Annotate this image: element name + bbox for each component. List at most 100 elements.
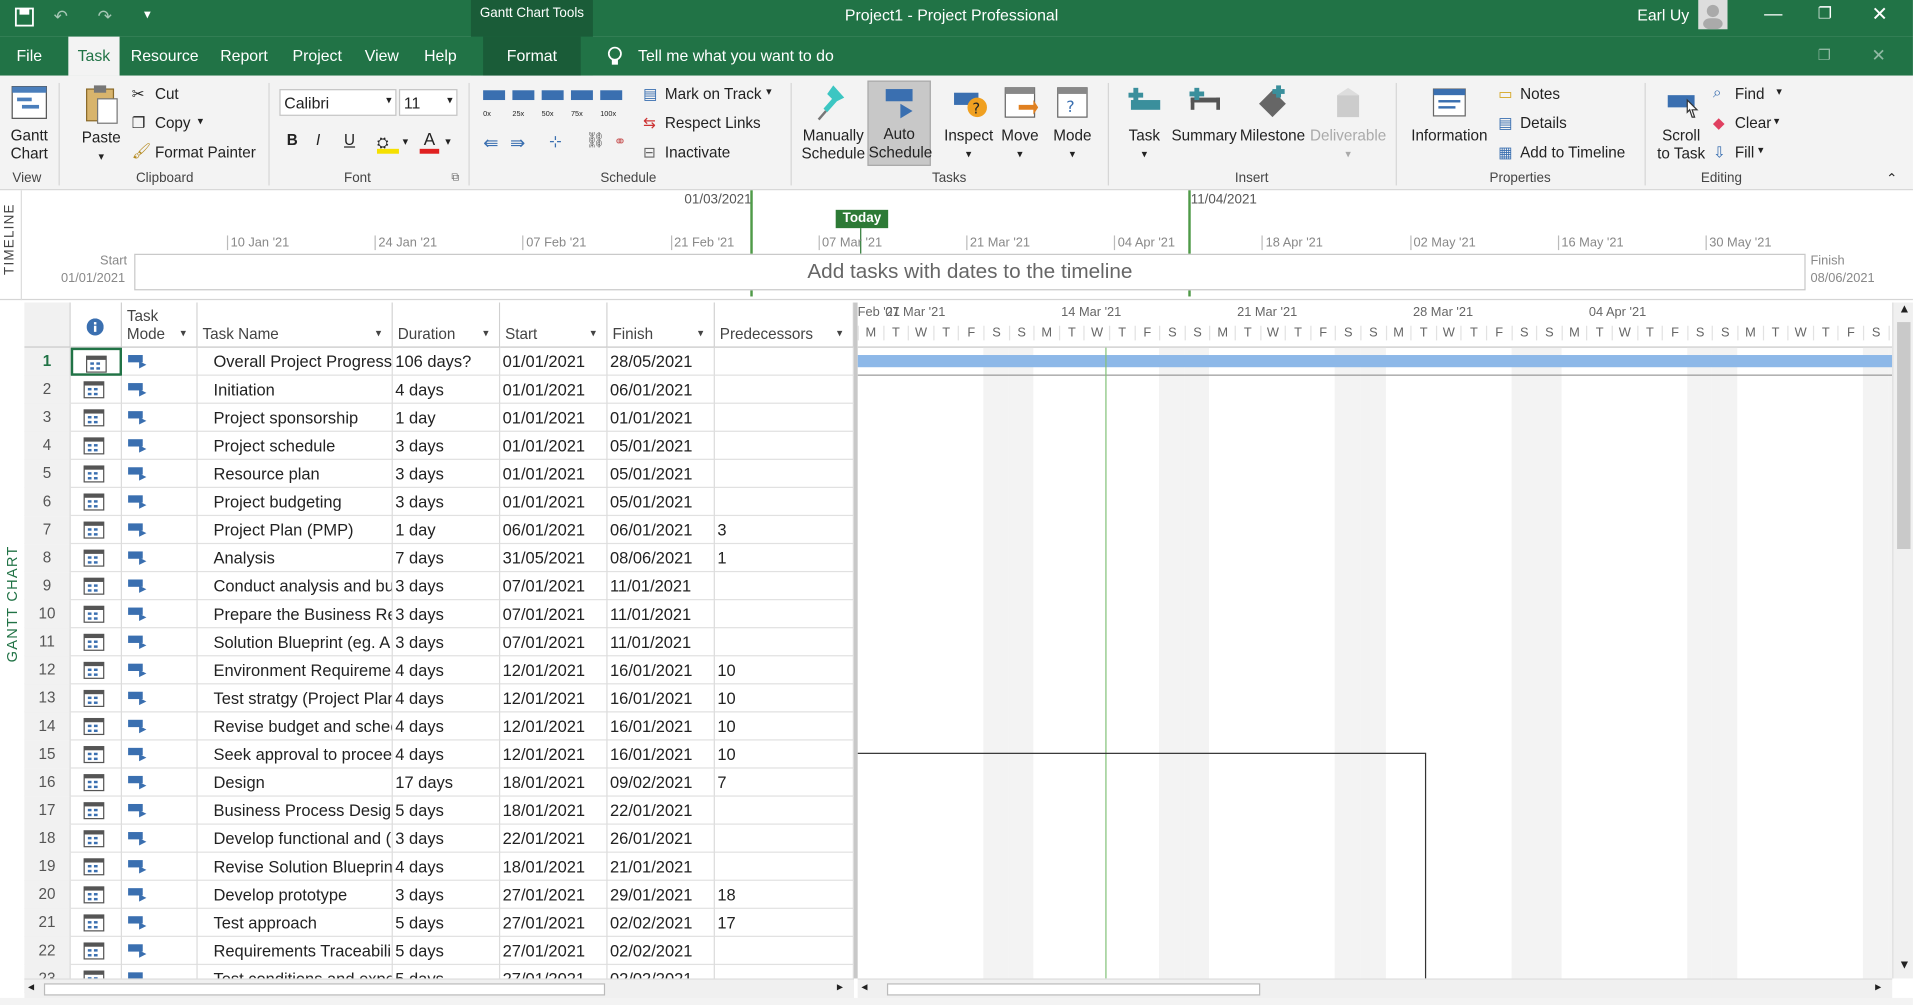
table-row[interactable]: 11 Solution Blueprint (eg. A3 days 07/01/2… [24, 628, 854, 657]
task-mode-cell[interactable] [122, 852, 198, 881]
task-name-cell[interactable]: Develop functional and ( [198, 824, 393, 853]
duration-cell[interactable]: 5 days [393, 936, 501, 966]
pct-25-button[interactable]: 25x [512, 90, 535, 118]
table-row[interactable]: 17 Business Process Design 5 days 18/01/202… [24, 796, 854, 825]
clear-dropdown-icon[interactable]: ▾ [1774, 115, 1780, 128]
predecessors-cell[interactable]: 10 [715, 740, 854, 769]
indicator-cell[interactable] [71, 628, 122, 657]
task-name-cell[interactable]: Business Process Design [198, 796, 393, 825]
vertical-scrollbar[interactable]: ▲ ▼ [1892, 302, 1913, 979]
duration-cell[interactable]: 4 days [393, 656, 501, 685]
row-number[interactable]: 15 [24, 740, 71, 769]
paste-button[interactable]: Paste ▾ [73, 83, 129, 166]
highlight-color-button[interactable]: ⛭ [376, 132, 399, 154]
task-name-cell[interactable]: Overall Project Progress [198, 347, 393, 376]
table-row[interactable]: 12 Environment Requireme 4 days 12/01/2021 1… [24, 656, 854, 685]
predecessors-cell[interactable] [715, 852, 854, 881]
filter-dropdown-icon[interactable]: ▾ [837, 327, 843, 340]
finish-cell[interactable]: 01/01/2021 [608, 403, 715, 432]
duration-cell[interactable]: 7 days [393, 544, 501, 573]
finish-cell[interactable]: 26/01/2021 [608, 824, 715, 853]
task-mode-cell[interactable] [122, 600, 198, 629]
insert-deliverable-button[interactable]: Deliverable ▾ [1308, 83, 1389, 164]
information-button[interactable]: Information [1405, 83, 1493, 145]
task-mode-cell[interactable] [122, 572, 198, 601]
duration-cell[interactable]: 4 days [393, 740, 501, 769]
start-cell[interactable]: 27/01/2021 [500, 908, 608, 937]
duration-cell[interactable]: 3 days [393, 431, 501, 460]
task-mode-cell[interactable] [122, 459, 198, 488]
task-mode-cell[interactable] [122, 908, 198, 937]
fill-button[interactable]: Fill [1735, 144, 1754, 161]
indicator-cell[interactable] [71, 488, 122, 517]
duration-cell[interactable]: 3 days [393, 880, 501, 909]
mark-on-track-button[interactable]: Mark on Track [665, 85, 762, 102]
ribbon-close-icon[interactable]: ✕ [1871, 45, 1885, 66]
task-name-cell[interactable]: Analysis [198, 544, 393, 573]
predecessors-cell[interactable] [715, 796, 854, 825]
finish-cell[interactable]: 06/01/2021 [608, 516, 715, 545]
select-all-corner[interactable] [24, 302, 71, 348]
predecessors-cell[interactable]: 3 [715, 516, 854, 545]
task-mode-cell[interactable] [122, 347, 198, 376]
duration-cell[interactable]: 1 day [393, 516, 501, 545]
task-mode-cell[interactable] [122, 880, 198, 909]
tab-task[interactable]: Task [68, 36, 120, 76]
task-name-cell[interactable]: Test approach [198, 908, 393, 937]
scroll-left-icon[interactable]: ◂ [861, 981, 867, 994]
collapse-ribbon-icon[interactable]: ⌃ [1886, 171, 1897, 187]
vertical-scroll-thumb[interactable] [1897, 322, 1911, 549]
outdent-icon[interactable]: ⇚ [483, 132, 498, 154]
task-name-cell[interactable]: Develop prototype [198, 880, 393, 909]
avatar[interactable] [1698, 0, 1728, 30]
row-number[interactable]: 6 [24, 488, 71, 517]
task-name-cell[interactable]: Conduct analysis and bu [198, 572, 393, 601]
indicator-cell[interactable] [71, 824, 122, 853]
table-row[interactable]: 21 Test approach 5 days 27/01/2021 02/02/202… [24, 908, 854, 937]
finish-cell[interactable]: 05/01/2021 [608, 488, 715, 517]
tell-me-search[interactable]: Tell me what you want to do [638, 46, 834, 64]
start-cell[interactable]: 27/01/2021 [500, 936, 608, 966]
row-number[interactable]: 18 [24, 824, 71, 853]
duration-cell[interactable]: 3 days [393, 572, 501, 601]
predecessors-cell[interactable] [715, 459, 854, 488]
predecessors-cell[interactable]: 18 [715, 880, 854, 909]
predecessors-cell[interactable] [715, 936, 854, 966]
task-mode-cell[interactable] [122, 516, 198, 545]
predecessors-cell[interactable]: 10 [715, 656, 854, 685]
start-cell[interactable]: 01/01/2021 [500, 375, 608, 404]
task-name-header[interactable]: Task Name ▾ [197, 302, 393, 348]
indicator-cell[interactable] [71, 403, 122, 432]
predecessors-cell[interactable] [715, 572, 854, 601]
predecessors-cell[interactable]: 7 [715, 768, 854, 797]
format-painter-button[interactable]: Format Painter [155, 144, 256, 161]
duration-header[interactable]: Duration ▾ [392, 302, 501, 348]
task-name-cell[interactable]: Test stratgy (Project Plar [198, 684, 393, 713]
predecessors-cell[interactable] [715, 628, 854, 657]
indicators-header[interactable] [70, 302, 122, 348]
row-number[interactable]: 5 [24, 459, 71, 488]
start-cell[interactable]: 22/01/2021 [500, 824, 608, 853]
link-tasks-icon[interactable]: ⛓ [586, 132, 605, 150]
timeline-side-tab[interactable]: TIMELINE [0, 190, 22, 301]
tab-help[interactable]: Help [415, 37, 466, 76]
row-number[interactable]: 7 [24, 516, 71, 545]
duration-cell[interactable]: 4 days [393, 852, 501, 881]
finish-header[interactable]: Finish ▾ [607, 302, 715, 348]
tab-format[interactable]: Format [483, 36, 581, 76]
start-cell[interactable]: 12/01/2021 [500, 712, 608, 741]
user-name[interactable]: Earl Uy [1637, 6, 1689, 24]
row-number[interactable]: 20 [24, 880, 71, 909]
close-icon[interactable]: ✕ [1871, 2, 1887, 26]
bold-button[interactable]: B [287, 132, 298, 149]
duration-cell[interactable]: 3 days [393, 824, 501, 853]
fill-dropdown-icon[interactable]: ▾ [1758, 144, 1764, 157]
duration-cell[interactable]: 106 days? [393, 347, 501, 376]
table-row[interactable]: 9 Conduct analysis and bu 3 days 07/01/2021… [24, 572, 854, 601]
finish-cell[interactable]: 06/01/2021 [608, 375, 715, 404]
start-cell[interactable]: 12/01/2021 [500, 656, 608, 685]
pct-0-button[interactable]: 0x [483, 90, 506, 118]
unlink-tasks-icon[interactable]: ⚭ [614, 132, 627, 150]
start-cell[interactable]: 12/01/2021 [500, 684, 608, 713]
table-row[interactable]: 15 Seek approval to procee 4 days 12/01/202… [24, 740, 854, 769]
